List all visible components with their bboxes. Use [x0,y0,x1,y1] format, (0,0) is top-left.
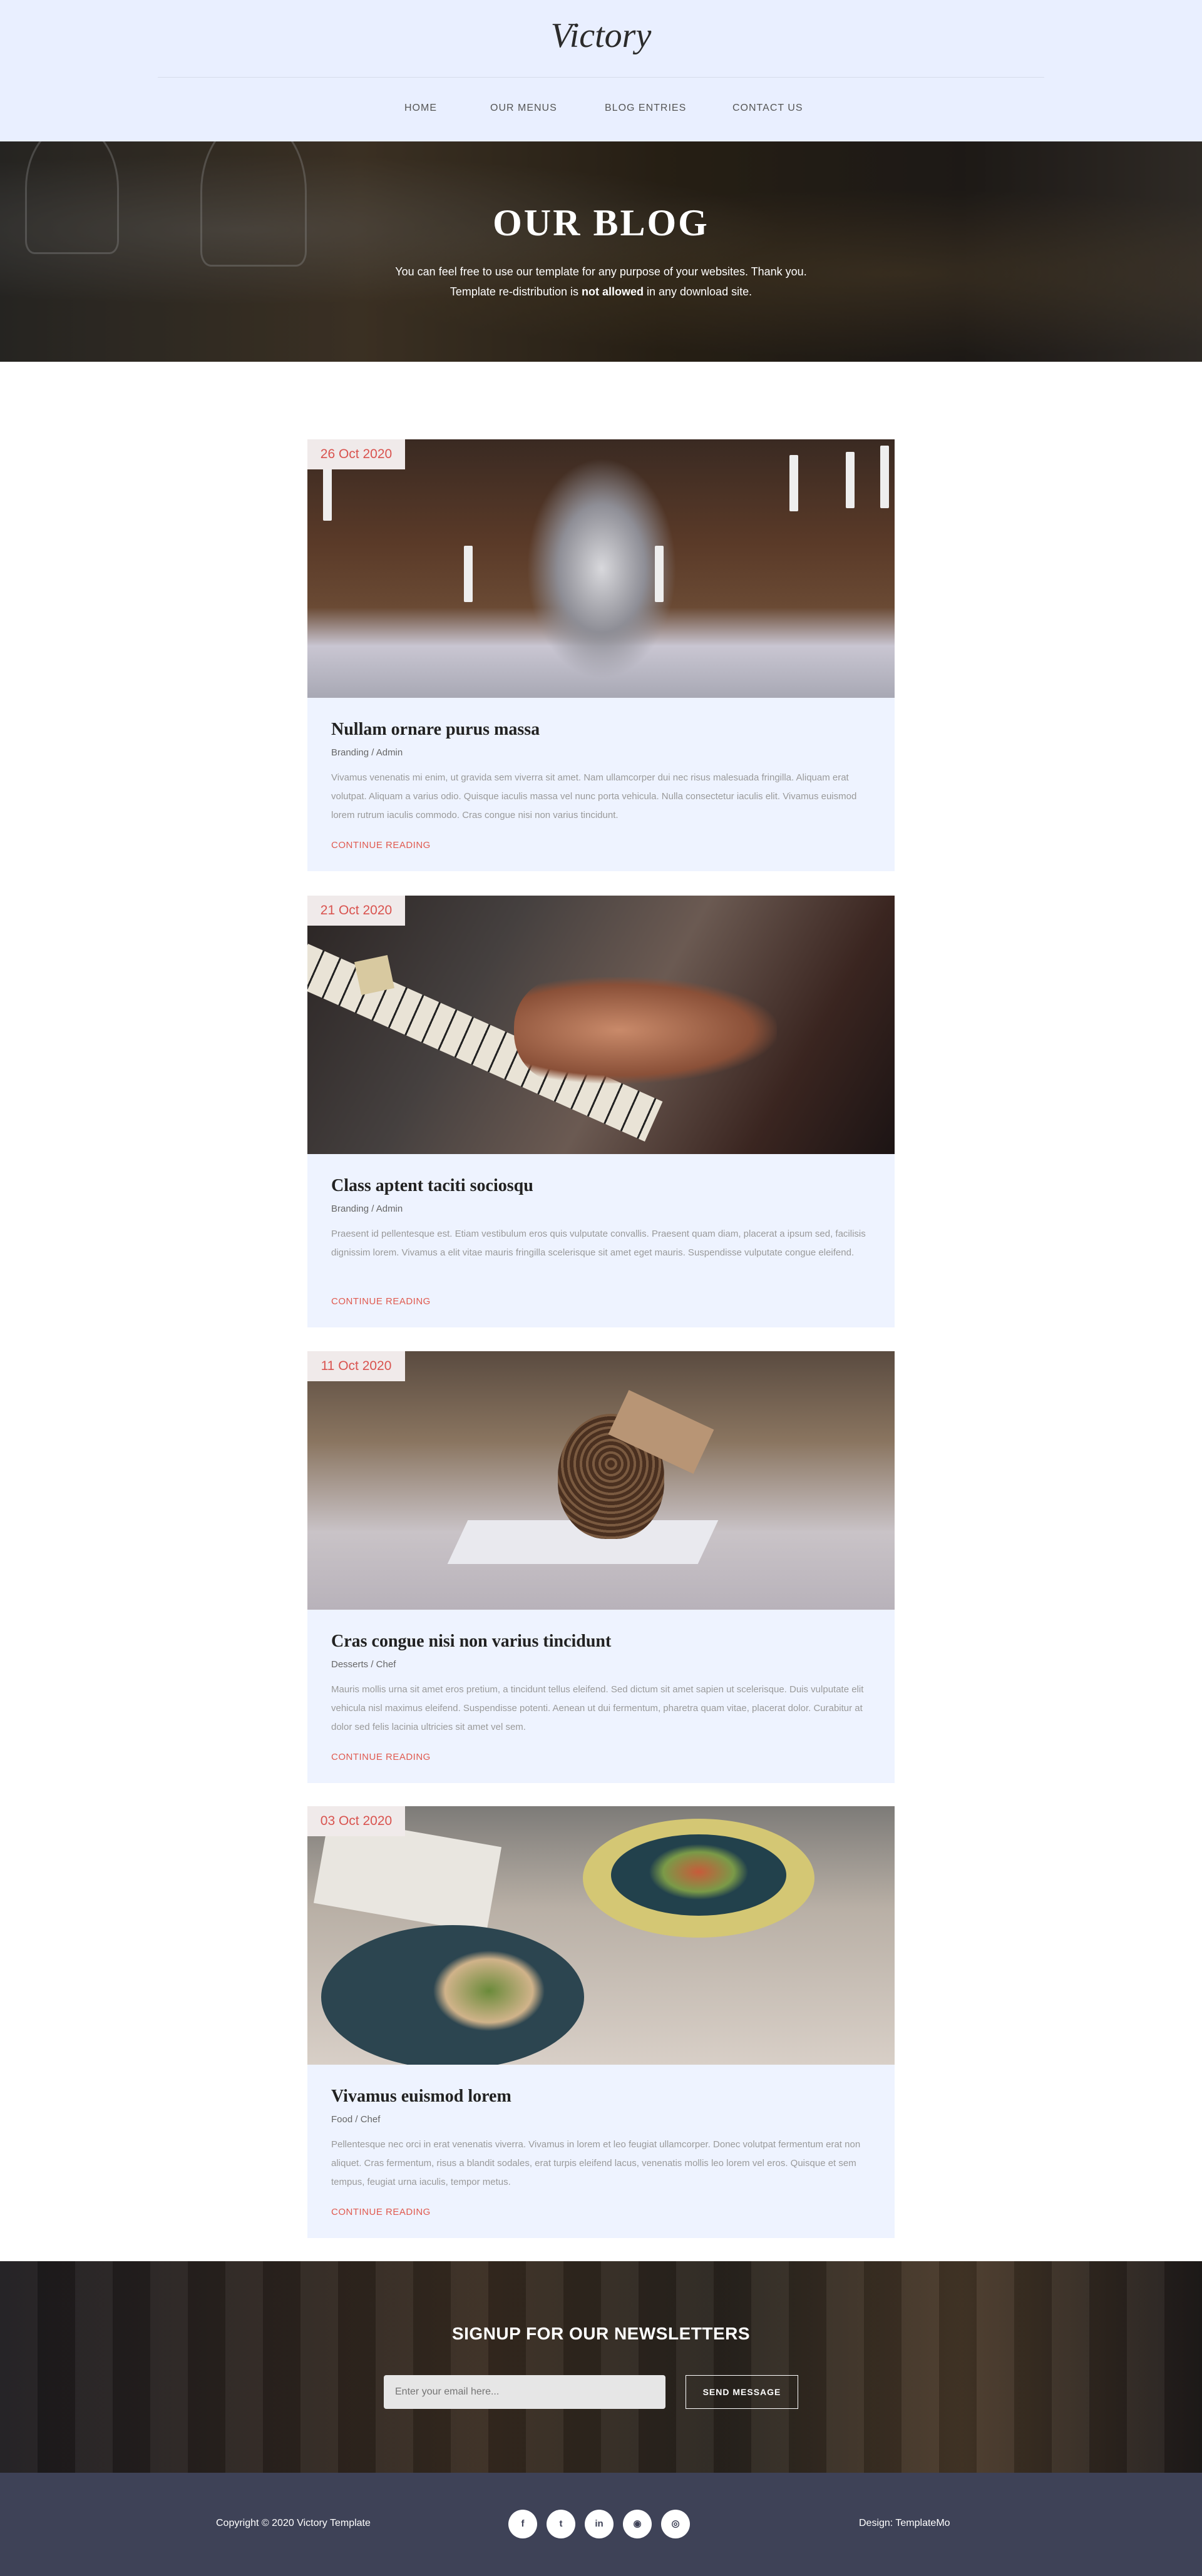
hero-line-2-bold: not allowed [581,285,644,298]
post-image-dining-table[interactable]: 26 Oct 2020 [307,439,895,698]
continue-reading-link[interactable]: CONTINUE READING [331,1752,431,1762]
post-image-food[interactable]: 03 Oct 2020 [307,1806,895,2065]
hero-banner: OUR BLOG You can feel free to use our te… [0,141,1202,362]
continue-reading-link[interactable]: CONTINUE READING [331,1296,431,1307]
hand-graphic [514,977,777,1083]
twitter-icon[interactable]: t [547,2510,575,2538]
site-footer: Copyright © 2020 Victory Template f t in… [0,2473,1202,2576]
nav-contact-us[interactable]: CONTACT US [732,103,803,114]
rss-icon[interactable]: ◉ [623,2510,652,2538]
post-excerpt: Mauris mollis urna sit amet eros pretium… [331,1684,864,1732]
post-title[interactable]: Cras congue nisi non varius tincidunt [331,1632,611,1652]
post-excerpt: Pellentesque nec orci in erat venenatis … [331,2139,861,2187]
page-title: OUR BLOG [493,202,709,243]
candle-graphic [880,446,889,508]
post-meta: Branding / Admin [331,747,403,758]
candle-graphic [846,452,855,508]
continue-reading-link[interactable]: CONTINUE READING [331,2207,431,2217]
post-image-pinecone[interactable]: 11 Oct 2020 [307,1351,895,1610]
post-image-piano[interactable]: 21 Oct 2020 [307,896,895,1154]
nav-home[interactable]: HOME [404,103,437,114]
header-divider [158,77,1044,78]
post-excerpt: Vivamus venenatis mi enim, ut gravida se… [331,772,857,820]
hero-line-2-start: Template re-distribution is [449,285,582,298]
post-date-badge: 26 Oct 2020 [307,439,405,469]
post-date-badge: 03 Oct 2020 [307,1806,405,1836]
hero-line-2-end: in any download site. [643,285,753,298]
copyright-text: Copyright © 2020 Victory Template [216,2518,371,2528]
blog-post: 26 Oct 2020 Nullam ornare purus massa Br… [307,439,895,871]
post-date-badge: 21 Oct 2020 [307,896,405,926]
post-title[interactable]: Vivamus euismod lorem [331,2087,511,2107]
hero-overlay [0,141,1202,362]
facebook-icon[interactable]: f [508,2510,537,2538]
post-meta: Desserts / Chef [331,1659,396,1670]
dribbble-icon[interactable]: ◎ [661,2510,690,2538]
newsletter-title: SIGNUP FOR OUR NEWSLETTERS [451,2324,751,2343]
site-header: Victory HOME OUR MENUS BLOG ENTRIES CONT… [0,0,1202,141]
hero-description: You can feel free to use our template fo… [0,262,1202,302]
post-title[interactable]: Nullam ornare purus massa [331,720,540,740]
candle-graphic [464,546,473,602]
piano-label-graphic [354,954,395,996]
email-field[interactable] [384,2375,665,2409]
linkedin-icon[interactable]: in [585,2510,614,2538]
candle-graphic [789,455,798,511]
newsletter-section: SIGNUP FOR OUR NEWSLETTERS SEND MESSAGE [0,2261,1202,2473]
nav-blog-entries[interactable]: BLOG ENTRIES [605,103,686,114]
designer-credit[interactable]: Design: TemplateMo [859,2518,950,2529]
post-date-badge: 11 Oct 2020 [307,1351,405,1381]
hero-line-1: You can feel free to use our template fo… [395,265,807,278]
social-links: f t in ◉ ◎ [508,2510,690,2538]
post-title[interactable]: Class aptent taciti sociosqu [331,1176,533,1196]
continue-reading-link[interactable]: CONTINUE READING [331,840,431,851]
hero-line-2: Template re-distribution is not allowed … [0,282,1202,302]
candle-graphic [323,464,332,521]
blog-post: 11 Oct 2020 Cras congue nisi non varius … [307,1351,895,1783]
site-logo[interactable]: Victory [0,16,1202,56]
blog-post: 21 Oct 2020 Class aptent taciti sociosqu… [307,896,895,1327]
nav-our-menus[interactable]: OUR MENUS [490,103,557,114]
send-message-button[interactable]: SEND MESSAGE [686,2375,798,2409]
post-excerpt: Praesent id pellentesque est. Etiam vest… [331,1229,866,1258]
candle-graphic [655,546,664,602]
post-meta: Branding / Admin [331,1204,403,1214]
post-meta: Food / Chef [331,2114,381,2125]
food-graphic [433,1950,545,2032]
food-graphic [649,1844,749,1900]
blog-post: 03 Oct 2020 Vivamus euismod lorem Food /… [307,1806,895,2238]
